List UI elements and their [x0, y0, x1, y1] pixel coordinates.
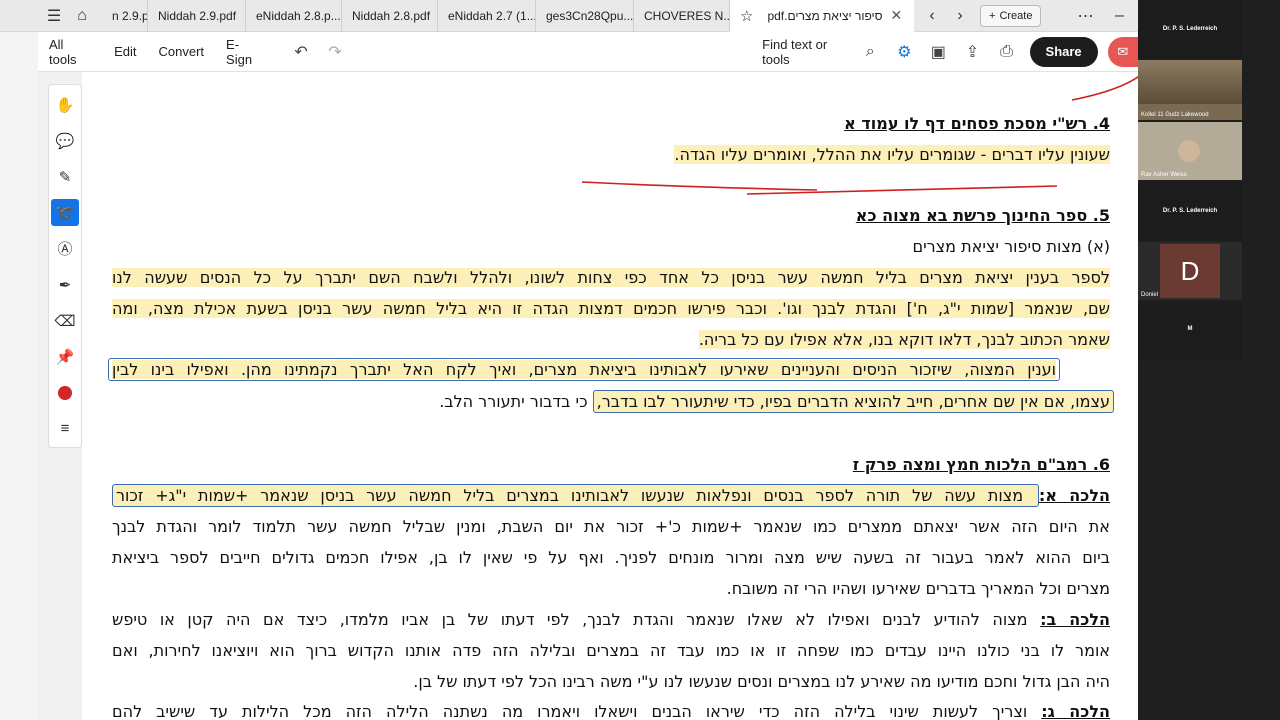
section-6-line: מצרים וכל המאריך בדברים שאירעו ושהיו הרי… [726, 579, 1110, 598]
boxed-passage-3: מצות עשה של תורה לספר בנסים ונפלאות שנעש… [112, 484, 1039, 507]
color-picker-icon[interactable] [51, 379, 79, 406]
chevron-left-icon[interactable]: ‹ [918, 2, 946, 30]
video-tile[interactable]: Kollel 11 Gudz Lakewood [1138, 60, 1242, 120]
toolbar: All tools Edit Convert E-Sign ↶ ↷ Find t… [38, 32, 1138, 72]
tab-active[interactable]: ☆ סיפור יציאת מצרים.pdf ✕ [730, 0, 914, 32]
ai-assistant-icon[interactable]: ⚙ [887, 34, 921, 70]
left-strip [0, 32, 38, 720]
create-button[interactable]: + Create [980, 4, 1042, 27]
star-icon[interactable]: ☆ [740, 7, 753, 25]
section-6-line: את היום הזה אשר יצאתם ממצרים כמו שנאמר +… [112, 517, 1110, 536]
pdf-page: 4. רש"י מסכת פסחים דף לו עמוד א שעונין ע… [82, 72, 1178, 720]
more-tools-icon[interactable]: ≡ [51, 415, 79, 442]
section-5-line: עצמו, אם אין שם אחרים, חייב להוציא הדברי… [439, 390, 1114, 413]
hand-icon[interactable]: ✋ [51, 91, 79, 118]
section-4-title: 4. רש"י מסכת פסחים דף לו עמוד א [844, 114, 1110, 133]
edit-menu[interactable]: Edit [103, 44, 147, 59]
participant-initial: D [1160, 244, 1220, 298]
all-tools-menu[interactable]: All tools [38, 37, 103, 67]
section-5-title: 5. ספר החינוך פרשת בא מצוה כא [855, 206, 1110, 225]
upload-icon[interactable]: ⇪ [955, 34, 989, 70]
share-button[interactable]: Share [1029, 36, 1098, 67]
tab-bar: ☰ ⌂ n 2.9.p... Niddah 2.9.pdf eNiddah 2.… [0, 0, 1138, 32]
section-6-line: הלכה א: מצות עשה של תורה לספר בנסים ונפל… [112, 484, 1110, 507]
comment-tool-icon[interactable]: 💬 [51, 127, 79, 154]
search-icon[interactable]: ⌕ [853, 34, 887, 70]
chevron-right-icon[interactable]: › [946, 2, 974, 30]
pen-icon[interactable]: ✒ [51, 271, 79, 298]
section-5-line: שם, שנאמר [שמות י"ג, ח'] והגדת לבנך וגו'… [112, 299, 1110, 318]
video-tile[interactable]: Rav Asher Weiss [1138, 122, 1242, 180]
lasso-draw-icon[interactable]: ➰ [51, 199, 79, 226]
tab-1[interactable]: n 2.9.p... [102, 0, 148, 32]
video-tile[interactable]: Dr. P. S. Lederreich [1138, 0, 1242, 58]
more-icon[interactable]: ⋯ [1071, 2, 1099, 30]
home-icon[interactable]: ⌂ [68, 2, 96, 30]
menu-icon[interactable]: ☰ [40, 2, 68, 30]
minimize-icon[interactable]: – [1105, 2, 1133, 30]
text-box-icon[interactable]: Ⓐ [51, 235, 79, 262]
boxed-passage-2: עצמו, אם אין שם אחרים, חייב להוציא הדברי… [592, 390, 1114, 413]
highlight-pen-icon[interactable]: ✎ [51, 163, 79, 190]
find-text-tools[interactable]: Find text or tools [762, 37, 853, 67]
tab-5[interactable]: eNiddah 2.7 (1... [438, 0, 536, 32]
undo-icon[interactable]: ↶ [284, 34, 318, 70]
section-6-line: הלכה ג: וצריך לעשות שינוי בלילה הזה כדי … [112, 702, 1111, 720]
close-icon[interactable]: ✕ [891, 7, 903, 24]
section-6-line: אומר לו בני כולנו היינו עבדים כמו שפחה ז… [112, 641, 1110, 660]
pin-icon[interactable]: 📌 [51, 343, 79, 370]
esign-menu[interactable]: E-Sign [215, 37, 274, 67]
video-call-panel: Dr. P. S. Lederreich Kollel 11 Gudz Lake… [1138, 0, 1280, 720]
tab-7[interactable]: CHOVERES N... [634, 0, 730, 32]
print-icon[interactable]: ⎙ [989, 34, 1023, 70]
video-tile[interactable]: Dr. P. S. Lederreich [1138, 182, 1242, 240]
redo-icon[interactable]: ↷ [318, 34, 352, 70]
tab-6[interactable]: ges3Cn28Qpu... [536, 0, 634, 32]
participant-video [1138, 60, 1242, 104]
participant-avatar [1178, 140, 1200, 162]
comment-icon[interactable]: ✉ [1107, 36, 1138, 67]
section-4-text: שעונין עליו דברים - שגומרים עליו את ההלל… [674, 145, 1110, 164]
video-tile[interactable]: D Doniel [1138, 242, 1242, 300]
eraser-icon[interactable]: ⌫ [51, 307, 79, 334]
annotation-tool-panel: ✋ 💬 ✎ ➰ Ⓐ ✒ ⌫ 📌 ≡ [48, 84, 82, 448]
boxed-passage-1: וענין המצוה, שיזכור הניסים והעניינים שאי… [108, 358, 1060, 381]
section-5-subtitle: (א) מצות סיפור יציאת מצרים [912, 237, 1110, 256]
save-icon[interactable]: ▣ [921, 34, 955, 70]
tab-2[interactable]: Niddah 2.9.pdf [148, 0, 246, 32]
section-6-line: היה הבן גדול וחכם מודיעו מה שאירע לנו במ… [413, 672, 1110, 691]
tab-4[interactable]: Niddah 2.8.pdf [342, 0, 438, 32]
section-5-line: שאמר הכתוב לבנך, דלאו דוקא בנו, אלא אפיל… [698, 330, 1110, 349]
video-tile[interactable]: M [1138, 302, 1242, 360]
section-6-line: הלכה ב: מצוה להודיע לבנים ואפילו לא שאלו… [112, 610, 1110, 629]
convert-menu[interactable]: Convert [148, 44, 216, 59]
tab-3[interactable]: eNiddah 2.8.p... [246, 0, 342, 32]
section-6-title: 6. רמב"ם הלכות חמץ ומצה פרק ז [852, 455, 1110, 474]
section-6-line: ביום ההוא לאמר בעבור זה בשעה שיש מצה ומר… [112, 548, 1110, 567]
section-5-line: לספר בענין יציאת מצרים בליל חמשה עשר בני… [112, 268, 1110, 287]
